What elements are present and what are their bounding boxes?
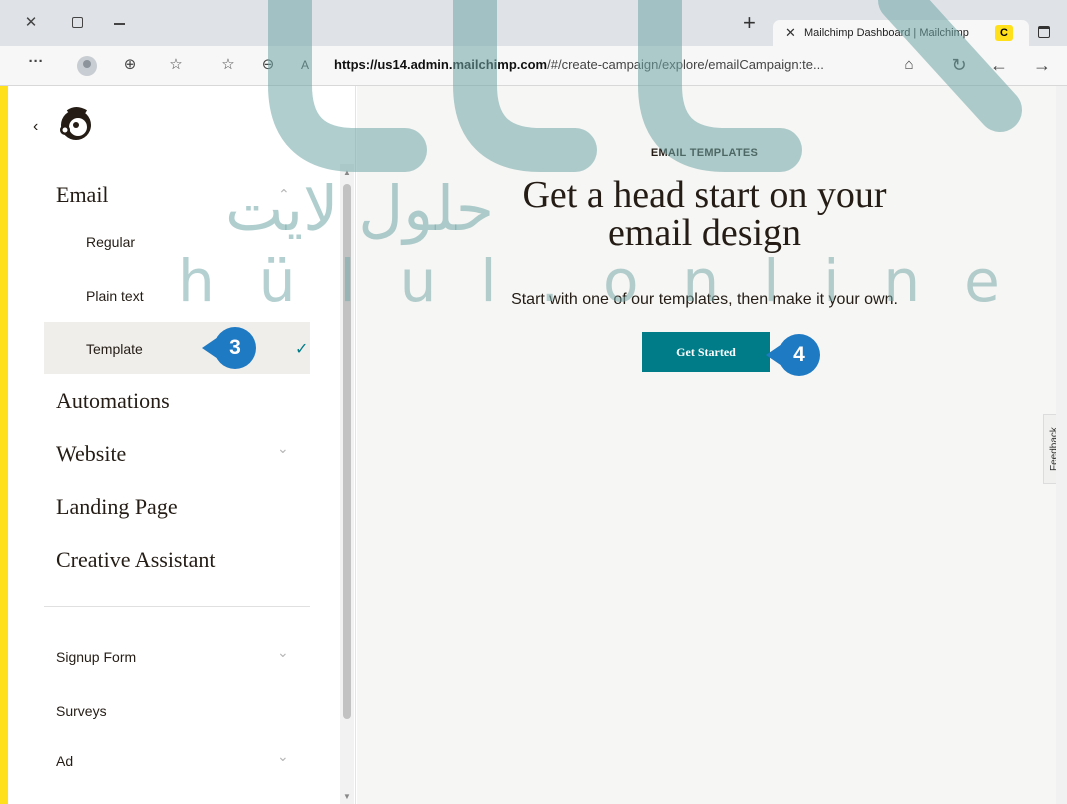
chevron-down-icon[interactable]: ⌄ <box>277 748 289 765</box>
url-field[interactable]: https://us14.admin.mailchimp.com/#/creat… <box>334 57 824 72</box>
favorites-icon[interactable]: ☆ <box>165 55 187 75</box>
nav-email-plain-text[interactable]: Plain text <box>86 288 144 304</box>
nav-ad[interactable]: Ad <box>56 753 73 769</box>
sidebar-divider <box>44 606 310 607</box>
collections-icon[interactable]: ⊕ <box>119 55 141 75</box>
browser-tab[interactable]: ✕ Mailchimp Dashboard | Mailchimp C <box>773 20 1029 46</box>
get-started-button[interactable]: Get Started <box>642 332 770 372</box>
section-eyebrow: EMAIL TEMPLATES <box>650 147 759 159</box>
scroll-up-icon[interactable]: ▲ <box>343 168 351 177</box>
callout-3: 3 <box>202 327 256 369</box>
callout-4: 4 <box>766 334 820 376</box>
nav-email-regular[interactable]: Regular <box>86 234 135 250</box>
back-chevron-icon[interactable]: ‹ <box>33 118 38 136</box>
nav-email[interactable]: Email <box>56 182 109 208</box>
nav-website[interactable]: Website <box>56 441 126 467</box>
nav-automations[interactable]: Automations <box>56 388 170 414</box>
restore-window-icon[interactable] <box>1038 26 1050 38</box>
mailchimp-favicon-icon: C <box>995 25 1013 41</box>
nav-email-template-row[interactable] <box>44 322 310 374</box>
page-headline: Get a head start on your email design <box>357 176 1052 252</box>
app-accent-bar <box>0 86 12 804</box>
headline-line-1: Get a head start on your <box>522 174 887 216</box>
url-path: /#/create-campaign/explore/emailCampaign… <box>547 57 824 72</box>
profile-icon[interactable] <box>77 56 97 76</box>
nav-email-template[interactable]: Template <box>86 341 143 357</box>
watermark-latin: hülul.online <box>178 247 1044 315</box>
read-aloud-icon[interactable]: A <box>294 55 316 75</box>
chevron-down-icon[interactable]: ⌄ <box>277 644 289 661</box>
nav-signup-form[interactable]: Signup Form <box>56 649 136 665</box>
more-icon[interactable]: ··· <box>25 52 47 72</box>
tab-title: Mailchimp Dashboard | Mailchimp <box>804 27 969 39</box>
address-bar: ··· ⊕ ☆ ☆ ⊖ A https://us14.admin.mailchi… <box>0 46 1067 86</box>
tab-close-icon[interactable]: ✕ <box>785 25 796 41</box>
scroll-down-icon[interactable]: ▼ <box>343 792 351 801</box>
nav-surveys[interactable]: Surveys <box>56 703 107 719</box>
nav-landing-page[interactable]: Landing Page <box>56 494 178 520</box>
mailchimp-logo-icon[interactable] <box>56 104 96 144</box>
main-content: EMAIL TEMPLATES Get a head start on your… <box>357 86 1067 804</box>
zoom-icon[interactable]: ⊖ <box>257 55 279 75</box>
check-icon: ✓ <box>295 341 309 358</box>
add-favorite-icon[interactable]: ☆ <box>217 55 239 75</box>
chevron-down-icon[interactable]: ⌄ <box>277 440 289 457</box>
url-host: https://us14.admin.mailchimp.com <box>334 57 548 72</box>
chevron-up-icon[interactable]: ⌄ <box>278 185 290 202</box>
minimize-icon[interactable] <box>110 14 128 32</box>
callout-number: 4 <box>778 334 820 376</box>
back-icon[interactable]: ← <box>988 55 1010 75</box>
new-tab-icon[interactable]: + <box>743 12 756 34</box>
close-icon[interactable]: ✕ <box>22 14 40 32</box>
browser-title-bar: ✕ + ✕ Mailchimp Dashboard | Mailchimp C <box>0 0 1067 46</box>
lock-icon[interactable]: ⌂ <box>898 55 920 75</box>
callout-number: 3 <box>214 327 256 369</box>
main-scrollbar[interactable] <box>1056 86 1067 804</box>
tab-actions-icon[interactable] <box>68 14 86 32</box>
forward-icon[interactable]: → <box>1031 55 1053 75</box>
refresh-icon[interactable]: ↻ <box>948 55 970 75</box>
campaign-sidebar: ‹ Email ⌄ Regular Plain text Template ✓ … <box>12 86 356 804</box>
nav-creative-assistant[interactable]: Creative Assistant <box>56 547 215 573</box>
